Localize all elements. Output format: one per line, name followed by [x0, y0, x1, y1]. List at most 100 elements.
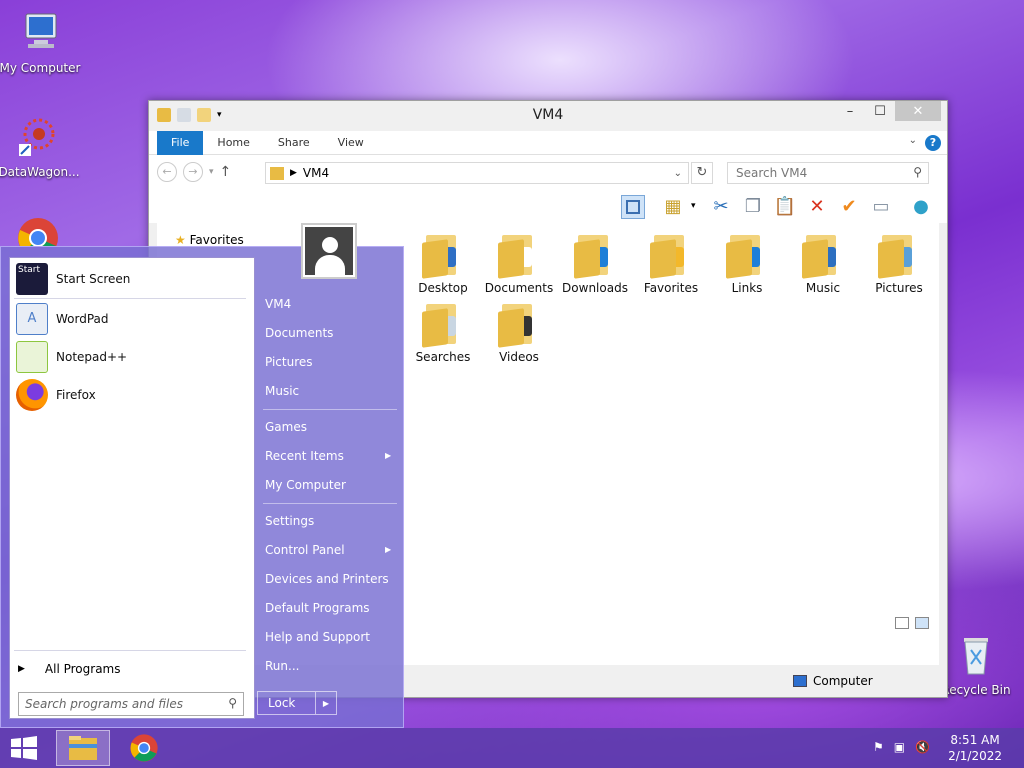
tab-view[interactable]: View [324, 131, 378, 155]
start-menu-link[interactable]: Help and Support [265, 630, 370, 644]
folder-icon [802, 231, 844, 279]
start-menu-link-label: Pictures [265, 355, 313, 369]
folder-item[interactable]: Links [709, 231, 785, 295]
shell-icon[interactable]: ● [909, 195, 933, 219]
taskbar-file-explorer[interactable] [56, 730, 110, 766]
clock[interactable]: 8:51 AM 2/1/2022 [948, 732, 1002, 764]
nav-favorites[interactable]: ★ Favorites [175, 233, 244, 247]
pinned-label: Start Screen [56, 272, 131, 286]
search-icon: ⚲ [228, 696, 237, 710]
start-menu-link[interactable]: Documents [265, 326, 333, 340]
new-item-icon[interactable]: ▦ [661, 195, 685, 219]
user-avatar[interactable] [301, 223, 357, 279]
start-menu-link-label: Devices and Printers [265, 572, 389, 586]
folder-item[interactable]: Downloads [557, 231, 633, 295]
forward-button[interactable]: → [183, 162, 203, 182]
folder-item[interactable]: Pictures [861, 231, 937, 295]
folder-label: Searches [415, 350, 471, 364]
folder-item[interactable]: Music [785, 231, 861, 295]
tab-home[interactable]: Home [203, 131, 263, 155]
status-location: Computer [793, 674, 873, 688]
start-menu-link-label: Documents [265, 326, 334, 340]
paste-icon[interactable]: 📋 [773, 195, 797, 219]
pinned-firefox[interactable]: Firefox [16, 378, 250, 412]
firefox-icon [16, 379, 48, 411]
start-menu-link[interactable]: Control Panel ▶ [265, 543, 391, 557]
pinned-wordpad[interactable]: A WordPad [16, 302, 250, 336]
all-programs-button[interactable]: ▶ All Programs [18, 662, 121, 676]
start-menu-link[interactable]: Settings [265, 514, 314, 528]
folder-label: Desktop [418, 281, 468, 295]
folder-label: Favorites [643, 281, 699, 295]
folder-label: Documents [484, 281, 554, 295]
refresh-button[interactable]: ↻ [691, 162, 713, 184]
breadcrumb-separator-icon: ▶ [290, 168, 297, 178]
start-menu-link[interactable]: Run... [265, 659, 299, 673]
start-search-placeholder: Search programs and files [25, 697, 183, 711]
clock-time: 8:51 AM [950, 733, 1000, 747]
properties-card-icon[interactable]: ▭ [869, 195, 893, 219]
pinned-start-screen[interactable]: Start Start Screen [16, 262, 250, 296]
lock-button[interactable]: Lock ▶ [257, 691, 337, 715]
copy-icon[interactable]: ❐ [741, 195, 765, 219]
start-menu-link-label: Run... [265, 659, 300, 673]
start-menu-link[interactable]: My Computer [265, 478, 346, 492]
start-menu-link-label: VM4 [265, 297, 292, 311]
expand-ribbon-icon[interactable]: ⌄ [909, 135, 917, 146]
recent-locations-icon[interactable]: ▾ [209, 167, 214, 177]
search-input[interactable]: Search VM4 ⚲ [727, 162, 929, 184]
preview-pane-icon[interactable] [621, 195, 645, 219]
search-icon: ⚲ [913, 165, 922, 179]
folder-item[interactable]: Videos [481, 300, 557, 364]
desktop-icon-datawagon[interactable]: DataWagon... [0, 114, 81, 179]
cut-icon[interactable]: ✂ [709, 195, 733, 219]
action-center-flag-icon[interactable]: ⚑ [873, 740, 884, 754]
address-bar[interactable]: ▶ VM4 ⌄ [265, 162, 689, 184]
address-dropdown-icon[interactable]: ⌄ [674, 168, 682, 179]
large-icons-view-icon[interactable] [915, 617, 929, 629]
start-button[interactable] [2, 730, 46, 766]
delete-icon[interactable]: ✕ [805, 195, 829, 219]
start-screen-icon: Start [16, 263, 48, 295]
back-button[interactable]: ← [157, 162, 177, 182]
tab-share[interactable]: Share [264, 131, 324, 155]
breadcrumb[interactable]: VM4 [303, 166, 329, 180]
details-view-icon[interactable] [895, 617, 909, 629]
folder-item[interactable]: Searches [405, 300, 481, 364]
up-button[interactable]: ↑ [220, 164, 232, 180]
chrome-icon [130, 734, 158, 762]
start-menu-link[interactable]: Devices and Printers [265, 572, 389, 586]
chrome-desktop-icon[interactable] [16, 216, 60, 246]
rename-check-icon[interactable]: ✔ [837, 195, 861, 219]
network-icon[interactable]: ▣ [894, 740, 905, 754]
title-bar[interactable]: ▾ VM4 – ☐ ✕ [149, 101, 947, 131]
close-button[interactable]: ✕ [895, 101, 941, 121]
datawagon-icon [19, 118, 55, 156]
minimize-button[interactable]: – [835, 101, 865, 121]
status-location-label: Computer [813, 674, 873, 688]
tab-file[interactable]: File [157, 130, 204, 155]
taskbar-chrome[interactable] [122, 730, 166, 766]
submenu-arrow-icon: ▶ [385, 545, 392, 554]
power-options-arrow-icon[interactable]: ▶ [316, 699, 336, 708]
taskbar: ⚑ ▣ 🔇 8:51 AM 2/1/2022 [0, 728, 1024, 768]
folder-item[interactable]: Desktop [405, 231, 481, 295]
folder-item[interactable]: Documents [481, 231, 557, 295]
all-programs-label: All Programs [44, 662, 121, 676]
help-icon[interactable]: ? [925, 135, 941, 151]
start-search-input[interactable]: Search programs and files ⚲ [18, 692, 244, 716]
desktop-icon-my-computer[interactable]: My Computer [0, 10, 82, 75]
pinned-label: WordPad [56, 312, 109, 326]
maximize-button[interactable]: ☐ [865, 101, 895, 121]
start-menu-link[interactable]: Pictures [265, 355, 313, 369]
chrome-icon [18, 218, 58, 246]
pinned-notepadpp[interactable]: Notepad++ [16, 340, 250, 374]
start-menu-link[interactable]: Music [265, 384, 299, 398]
start-menu-link[interactable]: VM4 [265, 297, 291, 311]
start-menu-link[interactable]: Games [265, 420, 307, 434]
new-item-dropdown-icon[interactable]: ▾ [691, 201, 696, 211]
folder-item[interactable]: Favorites [633, 231, 709, 295]
start-menu-link[interactable]: Default Programs [265, 601, 370, 615]
start-menu-link[interactable]: Recent Items ▶ [265, 449, 391, 463]
volume-muted-icon[interactable]: 🔇 [915, 740, 930, 754]
